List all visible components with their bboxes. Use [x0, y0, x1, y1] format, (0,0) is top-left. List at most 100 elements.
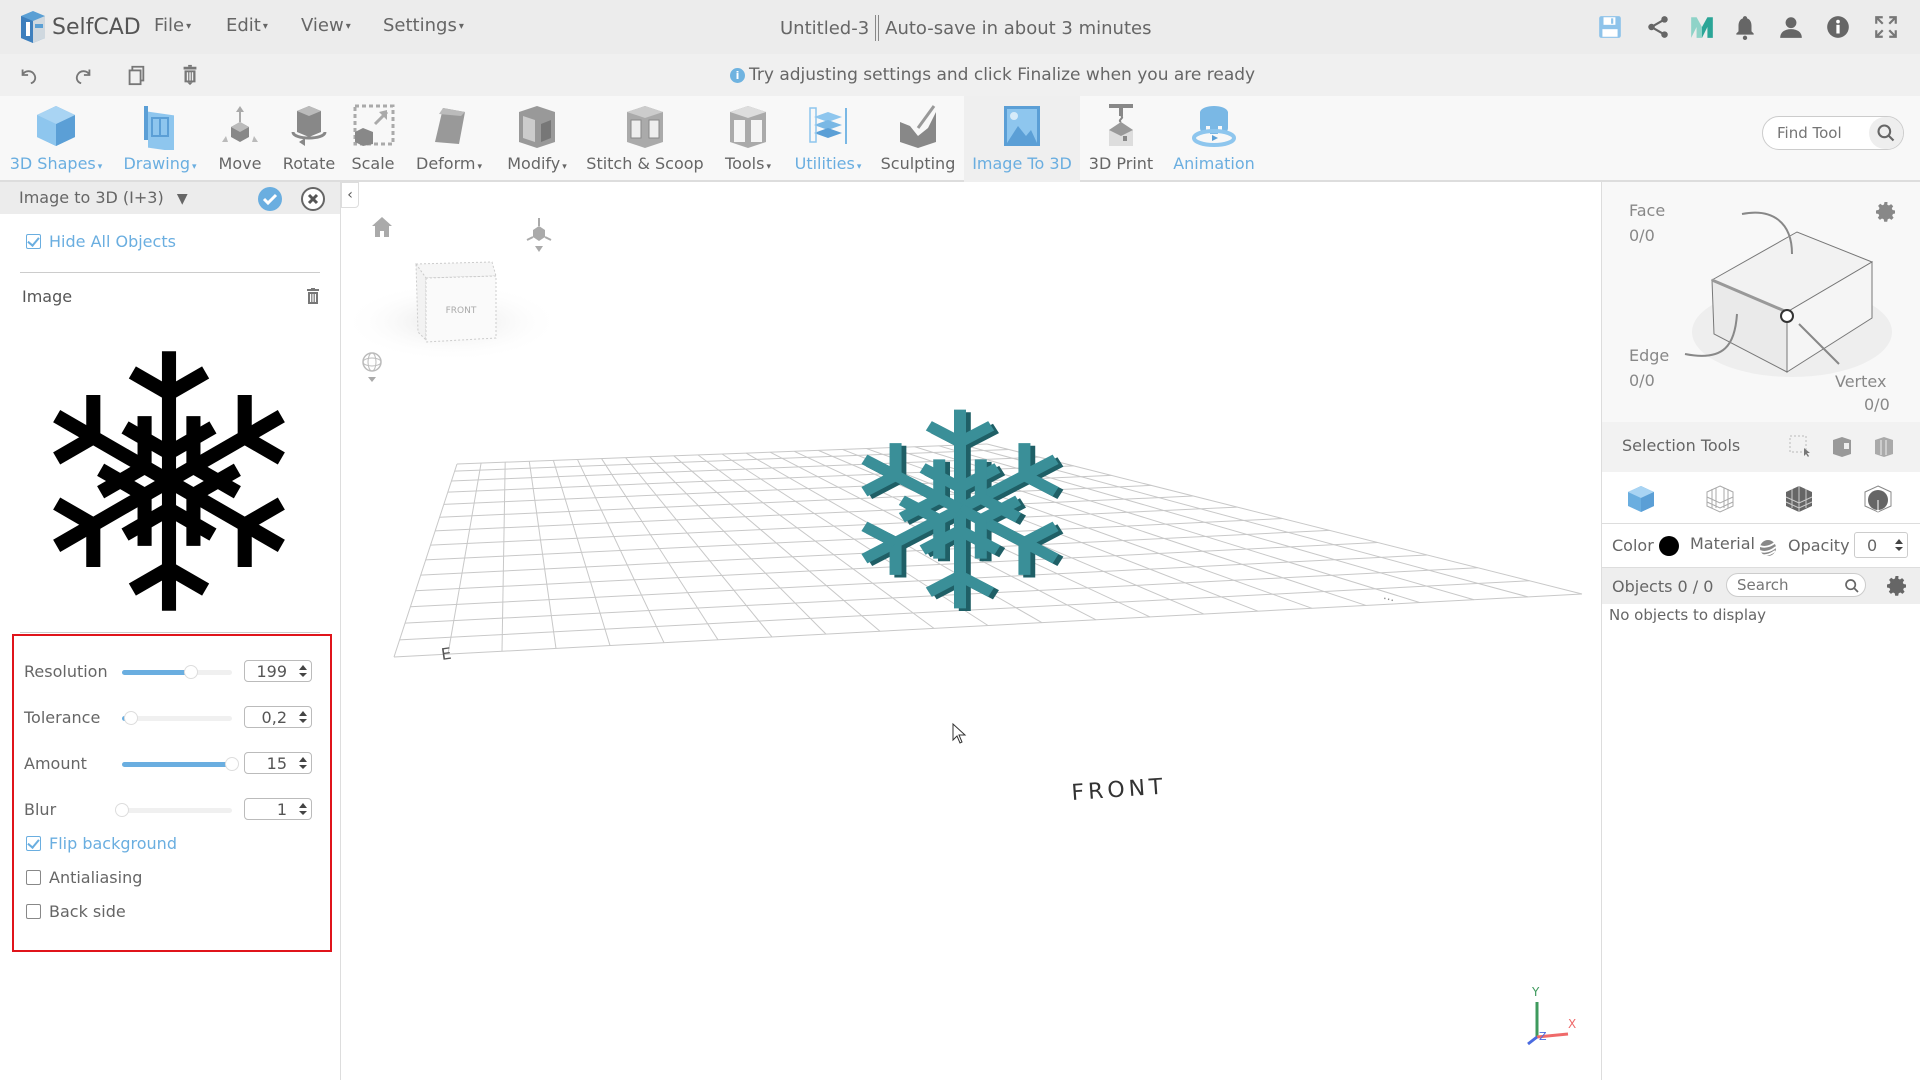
- checkbox-label: Antialiasing: [49, 868, 143, 887]
- orbit-icon[interactable]: [362, 352, 382, 382]
- selection-mode-bar: [1602, 472, 1920, 524]
- spinner-arrows-icon[interactable]: [298, 755, 308, 771]
- tool-modify[interactable]: Modify ▾: [502, 96, 572, 182]
- spinner-arrows-icon[interactable]: [1894, 537, 1904, 553]
- resolution-slider[interactable]: [122, 665, 232, 679]
- selfcad-logo-icon: [21, 11, 45, 43]
- search-icon: [1877, 124, 1895, 142]
- find-tool-input[interactable]: [1777, 124, 1867, 142]
- spinner-arrows-icon[interactable]: [298, 663, 308, 679]
- tool-scale[interactable]: Scale: [348, 96, 398, 182]
- undo-icon[interactable]: [18, 64, 40, 86]
- menu-label: File: [154, 15, 185, 36]
- antialiasing-checkbox[interactable]: Antialiasing: [26, 868, 142, 887]
- share-icon[interactable]: [1645, 14, 1671, 40]
- copy-icon[interactable]: [125, 64, 147, 86]
- material-sphere-icon[interactable]: [1758, 538, 1778, 558]
- back-side-checkbox[interactable]: Back side: [26, 902, 126, 921]
- cancel-button[interactable]: [301, 187, 325, 211]
- rotate-icon: [291, 106, 327, 146]
- opacity-input[interactable]: 0: [1854, 532, 1908, 558]
- caret-down-icon: ▾: [186, 20, 192, 32]
- home-view-icon[interactable]: [372, 217, 392, 237]
- info-icon: i: [730, 67, 745, 83]
- camera-projection-icon[interactable]: [526, 218, 552, 252]
- 3d-viewport[interactable]: FRONT FRONT E ··· Y X Z: [342, 182, 1600, 1080]
- tool-stitch-scoop[interactable]: Stitch & Scoop: [586, 96, 704, 182]
- amount-input[interactable]: 15: [244, 752, 312, 774]
- tool-3d-print[interactable]: 3D Print: [1084, 96, 1158, 182]
- save-icon[interactable]: [1597, 14, 1623, 40]
- document-name[interactable]: Untitled-3: [780, 18, 869, 39]
- slider-handle[interactable]: [115, 803, 129, 817]
- resolution-input[interactable]: 199: [244, 660, 312, 682]
- vertex-mode-icon[interactable]: [1863, 484, 1893, 514]
- panel-title-dropdown[interactable]: Image to 3D (I+3) ▼: [19, 188, 188, 207]
- objects-settings-gear-icon[interactable]: [1885, 574, 1909, 598]
- menu-file[interactable]: File ▾: [154, 15, 191, 36]
- menu-view[interactable]: View ▾: [301, 15, 351, 36]
- amount-slider[interactable]: [122, 757, 239, 771]
- grid-line: [393, 593, 1583, 658]
- myminifactory-icon[interactable]: [1689, 14, 1715, 40]
- search-icon[interactable]: [1844, 578, 1860, 594]
- menu-settings[interactable]: Settings ▾: [383, 15, 464, 36]
- tool-sculpting[interactable]: Sculpting: [880, 96, 956, 182]
- tool-tools[interactable]: Tools ▾: [718, 96, 778, 182]
- divider: [20, 632, 320, 633]
- view-cube[interactable]: FRONT: [415, 261, 497, 343]
- slider-handle[interactable]: [123, 711, 138, 725]
- user-icon[interactable]: [1778, 14, 1804, 40]
- snowflake-segment: [86, 394, 101, 438]
- trash-icon[interactable]: [179, 64, 201, 86]
- tool-animation[interactable]: Animation: [1168, 96, 1260, 182]
- select-all-icon[interactable]: [1872, 434, 1896, 458]
- scene: FRONT FRONT E ··· Y X Z: [342, 217, 1583, 1046]
- menu-edit[interactable]: Edit ▾: [226, 15, 268, 36]
- modify-icon: [519, 106, 555, 148]
- caret-down-icon: ▾: [345, 20, 351, 32]
- tool-deform[interactable]: Deform ▾: [412, 96, 486, 182]
- bell-icon[interactable]: [1732, 14, 1758, 40]
- slider-handle[interactable]: [184, 665, 199, 679]
- blur-slider[interactable]: [115, 803, 232, 817]
- fullscreen-icon[interactable]: [1873, 14, 1899, 40]
- mouse-cursor-icon: [952, 722, 967, 744]
- color-swatch[interactable]: [1659, 536, 1679, 556]
- redo-icon[interactable]: [72, 64, 94, 86]
- object-mode-icon[interactable]: [1626, 484, 1656, 514]
- slider-fill: [122, 670, 192, 675]
- spinner-arrows-icon[interactable]: [298, 709, 308, 725]
- app-logo[interactable]: SelfCAD: [18, 10, 141, 44]
- tool-rotate[interactable]: Rotate: [278, 96, 340, 182]
- snowflake-segment: [237, 524, 252, 568]
- hide-all-objects-checkbox[interactable]: Hide All Objects: [26, 232, 176, 251]
- info-icon[interactable]: [1825, 14, 1851, 40]
- box-select-icon[interactable]: [1788, 434, 1812, 458]
- blur-input[interactable]: 1: [244, 798, 312, 820]
- select-connected-icon[interactable]: [1830, 434, 1854, 458]
- tool-move[interactable]: Move: [212, 96, 268, 182]
- delete-image-icon[interactable]: [306, 288, 320, 304]
- tool-utilities[interactable]: Utilities ▾: [790, 96, 866, 182]
- image-to-3d-icon: [1004, 106, 1040, 146]
- find-tool-search-button[interactable]: [1869, 117, 1903, 149]
- spinner-arrows-icon[interactable]: [298, 801, 308, 817]
- tool-drawing[interactable]: Drawing ▾: [118, 96, 202, 182]
- tool-3d-shapes[interactable]: 3D Shapes ▾: [8, 96, 104, 182]
- find-tool-search: [1762, 116, 1904, 150]
- tool-image-to-3d[interactable]: Image To 3D: [964, 96, 1080, 182]
- tolerance-slider[interactable]: [122, 711, 232, 725]
- collapse-panel-button[interactable]: ‹: [341, 182, 359, 208]
- face-mode-icon[interactable]: [1705, 484, 1735, 514]
- flip-background-checkbox[interactable]: Flip background: [26, 834, 177, 853]
- tolerance-input[interactable]: 0,2: [244, 706, 312, 728]
- finalize-button[interactable]: [258, 187, 282, 211]
- objects-search-input[interactable]: [1737, 576, 1837, 594]
- edge-mode-icon[interactable]: [1784, 484, 1814, 514]
- grid-left-label: E: [440, 644, 453, 664]
- grid-line: [410, 554, 1428, 608]
- move-icon: [222, 106, 258, 142]
- slider-handle[interactable]: [225, 757, 239, 771]
- right-panel: Face 0/0 Edge 0/0 Vertex 0/0 Selection T…: [1601, 182, 1920, 1080]
